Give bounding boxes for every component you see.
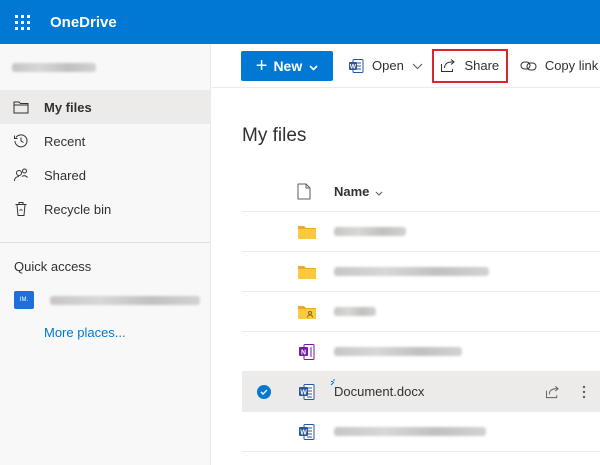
blurred-text bbox=[334, 307, 376, 316]
command-bar: + New W Open Share Copy link bbox=[212, 44, 600, 88]
svg-text:W: W bbox=[300, 389, 307, 396]
table-row[interactable]: N bbox=[242, 332, 600, 372]
waffle-icon bbox=[14, 14, 30, 30]
folder-icon bbox=[284, 225, 334, 239]
blurred-text bbox=[334, 227, 406, 236]
sidebar-item-my-files[interactable]: My files bbox=[0, 90, 210, 124]
table-row-selected[interactable]: W Document.docx bbox=[242, 372, 600, 412]
svg-text:W: W bbox=[350, 63, 357, 70]
quick-access-item[interactable]: IM. bbox=[0, 283, 210, 317]
account-name-blurred bbox=[0, 44, 210, 90]
onenote-icon: N bbox=[284, 343, 334, 361]
top-bar: OneDrive bbox=[0, 0, 600, 44]
plus-icon: + bbox=[255, 54, 268, 77]
name-column-label: Name bbox=[334, 184, 370, 199]
sidebar-item-recycle-bin[interactable]: Recycle bin bbox=[0, 192, 210, 226]
chevron-down-icon bbox=[412, 58, 423, 73]
more-places-link[interactable]: More places... bbox=[0, 317, 210, 347]
sidebar-item-recent[interactable]: Recent bbox=[0, 124, 210, 158]
more-options-icon[interactable] bbox=[582, 385, 586, 399]
people-icon bbox=[12, 166, 30, 184]
blurred-text bbox=[334, 267, 489, 276]
copy-link-button-label: Copy link bbox=[544, 58, 599, 73]
share-button-label: Share bbox=[464, 58, 500, 73]
table-row[interactable] bbox=[242, 252, 600, 292]
copy-link-button[interactable]: Copy link bbox=[520, 51, 598, 81]
file-type-column-header[interactable] bbox=[284, 183, 334, 200]
new-item-sparkle-icon bbox=[330, 379, 335, 386]
recycle-bin-icon bbox=[12, 200, 30, 218]
folder-icon bbox=[284, 265, 334, 279]
app-title[interactable]: OneDrive bbox=[50, 14, 117, 31]
row-actions bbox=[523, 372, 586, 412]
table-row[interactable]: W bbox=[242, 412, 600, 452]
chevron-down-icon bbox=[309, 58, 318, 74]
word-icon: W bbox=[284, 383, 334, 401]
sidebar-item-label: Recent bbox=[44, 133, 86, 149]
share-button[interactable]: Share bbox=[431, 48, 508, 83]
table-row[interactable] bbox=[242, 212, 600, 252]
library-avatar-icon: IM. bbox=[14, 291, 34, 309]
clock-history-icon bbox=[12, 132, 30, 150]
share-icon[interactable] bbox=[545, 385, 560, 399]
sidebar-item-label: Recycle bin bbox=[44, 201, 112, 217]
checkmark-circle-icon bbox=[257, 384, 271, 399]
chevron-down-icon bbox=[375, 184, 383, 199]
word-icon: W bbox=[284, 423, 334, 441]
row-checkbox-checked[interactable] bbox=[242, 384, 284, 399]
page-title: My files bbox=[242, 125, 307, 146]
blurred-text bbox=[334, 347, 462, 356]
file-list: Name N W Document.docx W bbox=[242, 172, 600, 452]
file-list-header: Name bbox=[242, 172, 600, 212]
share-icon bbox=[440, 58, 456, 73]
word-icon: W bbox=[348, 58, 364, 74]
app-launcher-button[interactable] bbox=[0, 0, 44, 44]
sidebar-item-label: Shared bbox=[44, 167, 86, 183]
new-button-label: New bbox=[273, 57, 303, 74]
svg-text:W: W bbox=[300, 429, 307, 436]
sidebar-item-shared[interactable]: Shared bbox=[0, 158, 210, 192]
table-row[interactable] bbox=[242, 292, 600, 332]
svg-text:N: N bbox=[301, 349, 306, 356]
sidebar-item-label: My files bbox=[44, 99, 92, 115]
new-button[interactable]: + New bbox=[241, 50, 333, 81]
name-column-header[interactable]: Name bbox=[334, 184, 383, 199]
link-icon bbox=[520, 60, 537, 72]
open-button[interactable]: W Open bbox=[348, 51, 423, 81]
blurred-text bbox=[334, 427, 486, 436]
folder-icon bbox=[12, 98, 30, 116]
blurred-text bbox=[12, 62, 96, 72]
open-button-label: Open bbox=[372, 58, 404, 73]
blurred-text bbox=[50, 295, 200, 305]
file-name[interactable]: Document.docx bbox=[334, 384, 424, 399]
file-type-icon bbox=[297, 183, 311, 200]
quick-access-heading: Quick access bbox=[14, 259, 92, 274]
left-navigation: My files Recent Shared Recycle bin Quick… bbox=[0, 44, 211, 465]
shared-folder-icon bbox=[284, 305, 334, 319]
